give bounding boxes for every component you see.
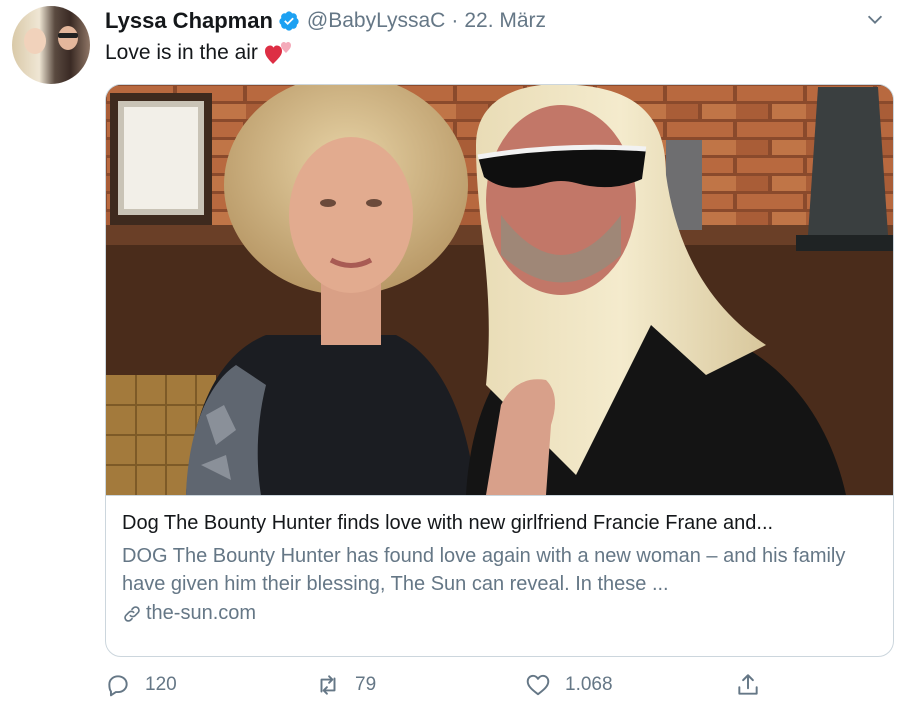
- retweet-button[interactable]: 79: [315, 672, 376, 698]
- retweet-count: 79: [355, 674, 377, 695]
- tweet-date[interactable]: 22. März: [464, 9, 546, 33]
- retweet-icon: [320, 675, 336, 695]
- link-card[interactable]: Dog The Bounty Hunter finds love with ne…: [105, 84, 894, 657]
- author-handle[interactable]: @BabyLyssaC: [307, 9, 445, 33]
- heart-icon: [526, 674, 550, 696]
- share-icon: [738, 674, 758, 695]
- author-name[interactable]: Lyssa Chapman: [105, 8, 273, 34]
- tweet-text-content: Love is in the air: [105, 41, 258, 64]
- reply-count: 120: [145, 674, 177, 695]
- card-domain-text[interactable]: the-sun.com: [146, 602, 256, 625]
- tweet-text: Love is in the air: [105, 40, 294, 66]
- reply-button[interactable]: 120: [105, 672, 177, 698]
- two-hearts-icon: [264, 40, 294, 66]
- verified-badge-icon: [278, 10, 300, 32]
- avatar[interactable]: [12, 6, 90, 84]
- like-button[interactable]: 1.068: [525, 672, 613, 698]
- card-body[interactable]: Dog The Bounty Hunter finds love with ne…: [106, 495, 893, 656]
- link-icon: [122, 604, 142, 624]
- separator-dot: ·: [451, 9, 459, 32]
- reply-icon: [108, 675, 128, 697]
- card-image[interactable]: [106, 85, 893, 495]
- share-button[interactable]: [735, 672, 775, 698]
- like-count: 1.068: [565, 674, 613, 695]
- action-bar: 120 79 1.068: [105, 672, 785, 704]
- card-domain[interactable]: the-sun.com: [122, 602, 893, 625]
- tweet-header: Lyssa Chapman @BabyLyssaC · 22. März: [105, 6, 546, 36]
- chevron-down-icon[interactable]: [864, 8, 886, 30]
- avatar-glasses: [58, 33, 78, 38]
- card-title[interactable]: Dog The Bounty Hunter finds love with ne…: [122, 510, 893, 536]
- card-description: DOG The Bounty Hunter has found love aga…: [122, 545, 846, 595]
- avatar-face-right: [58, 26, 78, 50]
- avatar-face-left: [24, 28, 46, 54]
